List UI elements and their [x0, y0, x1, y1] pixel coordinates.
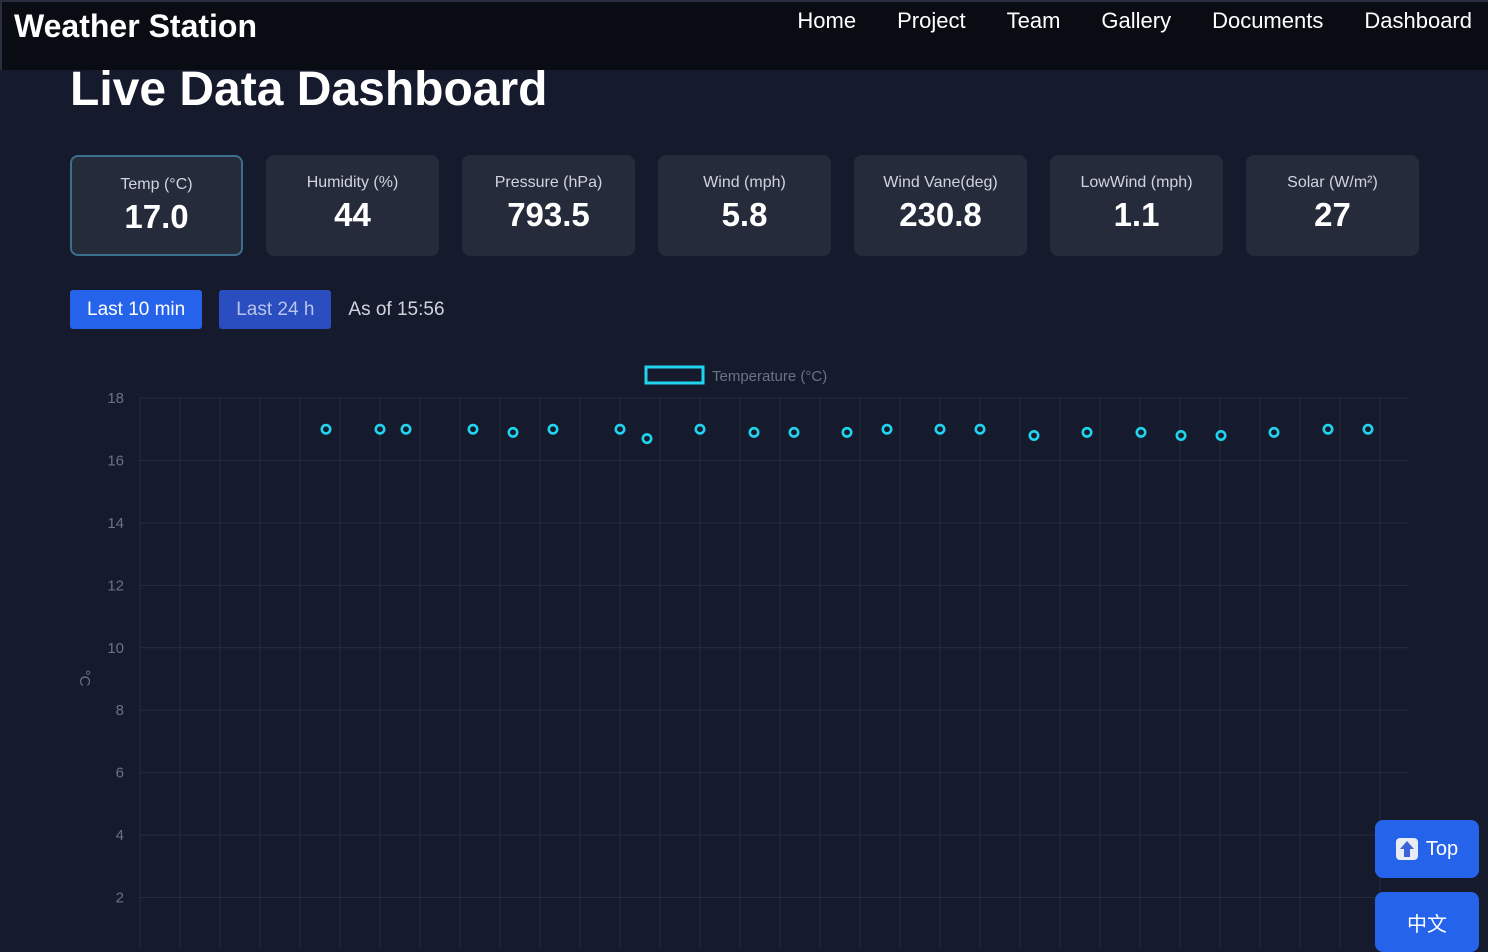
up-arrow-icon	[1395, 838, 1418, 860]
data-point	[1175, 429, 1187, 441]
data-point	[1322, 423, 1334, 435]
card-label: Temp (°C)	[120, 176, 193, 193]
card-label: Solar (W/m²)	[1287, 174, 1378, 191]
metric-cards: Temp (°C) 17.0 Humidity (%) 44 Pressure …	[70, 155, 1419, 256]
data-point	[400, 423, 412, 435]
back-to-top-button[interactable]: Top	[1375, 820, 1479, 878]
data-point	[320, 423, 332, 435]
data-point	[748, 426, 760, 438]
card-value: 793.5	[507, 196, 590, 233]
language-toggle-button[interactable]: 中文	[1375, 892, 1479, 952]
data-point	[1362, 423, 1374, 435]
card-wind[interactable]: Wind (mph) 5.8	[658, 155, 831, 256]
last-24-h-button[interactable]: Last 24 h	[219, 290, 332, 329]
nav-gallery[interactable]: Gallery	[1101, 8, 1171, 34]
y-tick-label: 14	[107, 515, 124, 532]
main-nav: Home Project Team Gallery Documents Dash…	[797, 8, 1472, 34]
card-label: Wind (mph)	[703, 174, 786, 191]
card-value: 1.1	[1113, 196, 1160, 233]
card-label: Humidity (%)	[306, 174, 399, 191]
top-navbar: Weather Station Home Project Team Galler…	[0, 0, 1488, 70]
card-value: 44	[334, 196, 371, 233]
card-label: Pressure (hPa)	[494, 174, 603, 191]
nav-dashboard[interactable]: Dashboard	[1364, 8, 1472, 34]
nav-team[interactable]: Team	[1007, 8, 1061, 34]
data-point	[547, 423, 559, 435]
data-point	[788, 426, 800, 438]
range-controls: Last 10 min Last 24 h As of 15:56	[70, 290, 445, 329]
data-point	[1268, 426, 1280, 438]
y-tick-label: 8	[116, 702, 124, 719]
y-tick-label: 6	[116, 765, 124, 782]
y-tick-label: 18	[107, 390, 124, 407]
data-point	[841, 426, 853, 438]
card-solar[interactable]: Solar (W/m²) 27	[1246, 155, 1419, 256]
data-point	[467, 423, 479, 435]
language-label: 中文	[1407, 913, 1447, 936]
card-label: LowWind (mph)	[1080, 174, 1193, 191]
card-value: 230.8	[899, 196, 982, 233]
data-point	[1135, 426, 1147, 438]
y-tick-label: 2	[116, 890, 124, 907]
data-point	[1215, 429, 1227, 441]
data-point	[507, 426, 519, 438]
y-tick-label: 4	[116, 827, 124, 844]
page-title: Live Data Dashboard	[70, 63, 548, 116]
nav-project[interactable]: Project	[897, 8, 965, 34]
data-point	[641, 433, 653, 445]
card-value: 5.8	[721, 196, 768, 233]
card-value: 27	[1314, 196, 1351, 233]
card-wind-vane[interactable]: Wind Vane(deg) 230.8	[854, 155, 1027, 256]
card-pressure[interactable]: Pressure (hPa) 793.5	[462, 155, 635, 256]
card-temperature[interactable]: Temp (°C) 17.0	[70, 155, 243, 256]
legend-label: Temperature (°C)	[712, 368, 827, 385]
card-value: 17.0	[124, 198, 189, 235]
last-10-min-button[interactable]: Last 10 min	[70, 290, 203, 329]
y-tick-label: 12	[107, 577, 124, 594]
y-axis-label: °C	[76, 670, 93, 687]
back-to-top-label: Top	[1425, 837, 1459, 860]
nav-home[interactable]: Home	[797, 8, 856, 34]
nav-documents[interactable]: Documents	[1212, 8, 1323, 34]
card-low-wind[interactable]: LowWind (mph) 1.1	[1050, 155, 1223, 256]
temperature-chart: 2 4 6 8 10 12 14 16 18 °C Temperature (°C)	[76, 365, 1408, 948]
card-humidity[interactable]: Humidity (%) 44	[266, 155, 439, 256]
as-of-timestamp: As of 15:56	[348, 298, 445, 320]
site-brand[interactable]: Weather Station	[14, 8, 257, 45]
legend-swatch	[644, 365, 705, 385]
data-point	[1028, 429, 1040, 441]
data-point	[881, 423, 893, 435]
data-point	[1081, 426, 1093, 438]
card-label: Wind Vane(deg)	[883, 174, 998, 191]
y-tick-label: 10	[107, 640, 124, 657]
y-tick-label: 16	[107, 452, 124, 469]
